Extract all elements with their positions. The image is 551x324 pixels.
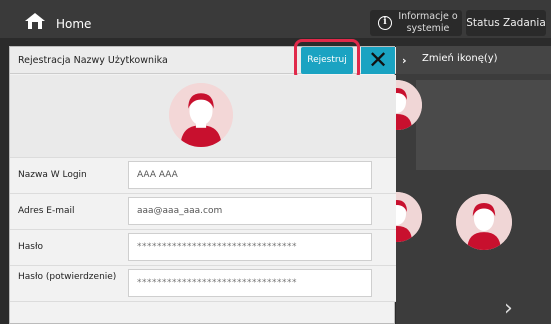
- login-name-input[interactable]: AAA AAA: [128, 161, 372, 189]
- background-avatar[interactable]: [456, 194, 512, 250]
- change-icon-label: Zmień ikonę(y): [422, 53, 498, 64]
- dialog-title: Rejestracja Nazwy Użytkownika: [18, 55, 168, 66]
- menu-panel: [416, 80, 551, 170]
- home-icon[interactable]: [24, 12, 46, 30]
- form-row-password-confirm: Hasło (potwierdzenie) ******************…: [10, 265, 396, 301]
- close-icon[interactable]: ✕: [361, 47, 395, 74]
- email-label: Adres E-mail: [18, 206, 75, 216]
- user-avatar[interactable]: [169, 83, 233, 147]
- password-input[interactable]: ********************************: [128, 233, 372, 261]
- email-input[interactable]: aaa@aaa_aaa.com: [128, 197, 372, 225]
- password-confirm-input[interactable]: ********************************: [128, 269, 372, 297]
- next-page-arrow[interactable]: ›: [504, 296, 513, 321]
- job-status-button[interactable]: Status Zadania: [466, 10, 546, 36]
- system-info-label: Informacje o systemie: [398, 11, 458, 34]
- system-info-button[interactable]: i Informacje o systemie: [370, 10, 462, 36]
- info-icon: i: [378, 16, 392, 30]
- chevron-right-icon: ›: [402, 54, 407, 67]
- user-registration-dialog: Rejestracja Nazwy Użytkownika Rejestruj …: [9, 39, 396, 324]
- password-label: Hasło: [18, 242, 44, 252]
- home-label[interactable]: Home: [56, 17, 91, 31]
- form-row-password: Hasło ********************************: [10, 229, 396, 265]
- dialog-header: Rejestracja Nazwy Użytkownika Rejestruj …: [10, 39, 396, 81]
- password-confirm-label: Hasło (potwierdzenie): [18, 272, 117, 282]
- form-footer: [10, 301, 396, 324]
- top-bar: Home i Informacje o systemie Status Zada…: [0, 0, 551, 38]
- login-name-label: Nazwa W Login: [18, 170, 87, 180]
- form-row-email: Adres E-mail aaa@aaa_aaa.com: [10, 193, 396, 229]
- change-icon-menu-item[interactable]: › Zmień ikonę(y): [396, 46, 551, 74]
- form-row-login-name: Nazwa W Login AAA AAA: [10, 157, 396, 193]
